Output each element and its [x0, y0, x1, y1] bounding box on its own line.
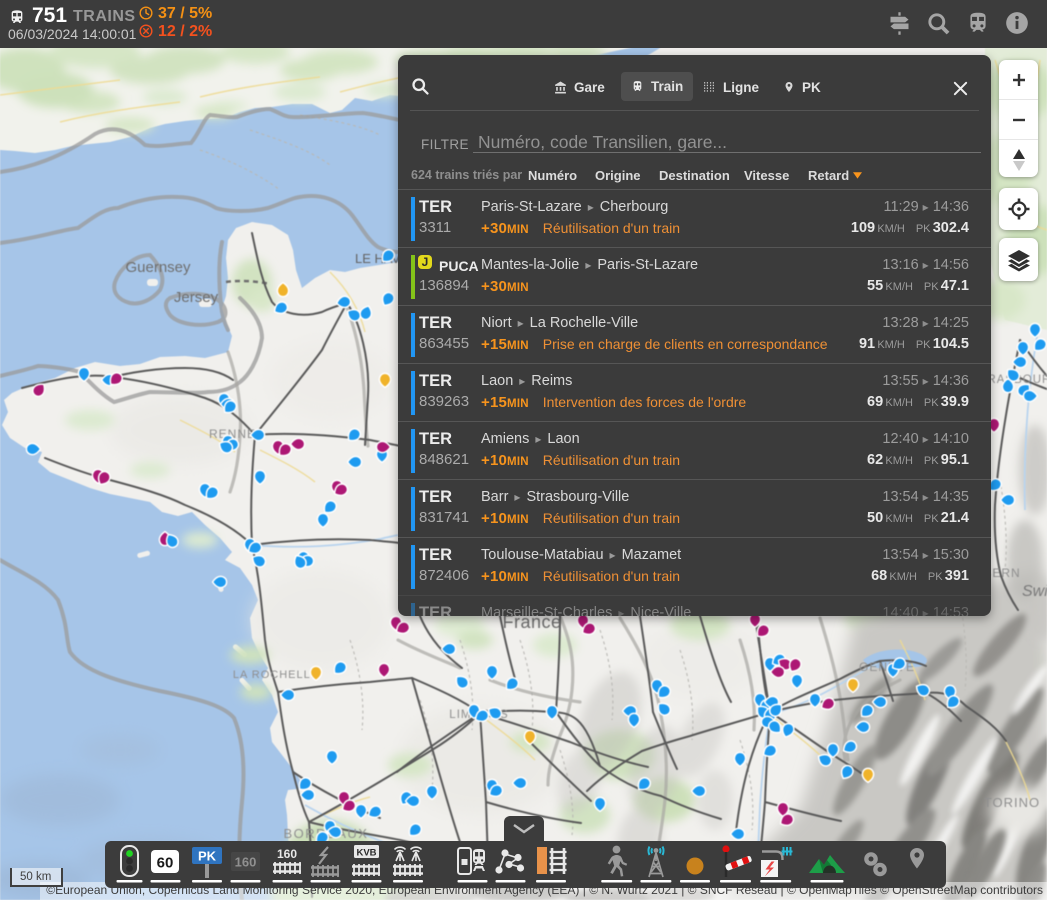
svg-text:LA ROCHELLE: LA ROCHELLE — [233, 669, 319, 681]
svg-text:160: 160 — [277, 847, 297, 861]
svg-text:GENÈVE: GENÈVE — [859, 659, 915, 674]
svg-text:TORINO: TORINO — [984, 795, 1040, 810]
svg-text:Switzerland: Switzerland — [1022, 583, 1047, 600]
svg-text:Jersey: Jersey — [174, 289, 219, 306]
svg-text:60: 60 — [157, 855, 174, 872]
svg-text:PK: PK — [198, 849, 217, 864]
svg-text:160: 160 — [235, 855, 257, 870]
svg-text:Guernsey: Guernsey — [125, 259, 191, 276]
svg-text:KVB: KVB — [356, 848, 376, 859]
